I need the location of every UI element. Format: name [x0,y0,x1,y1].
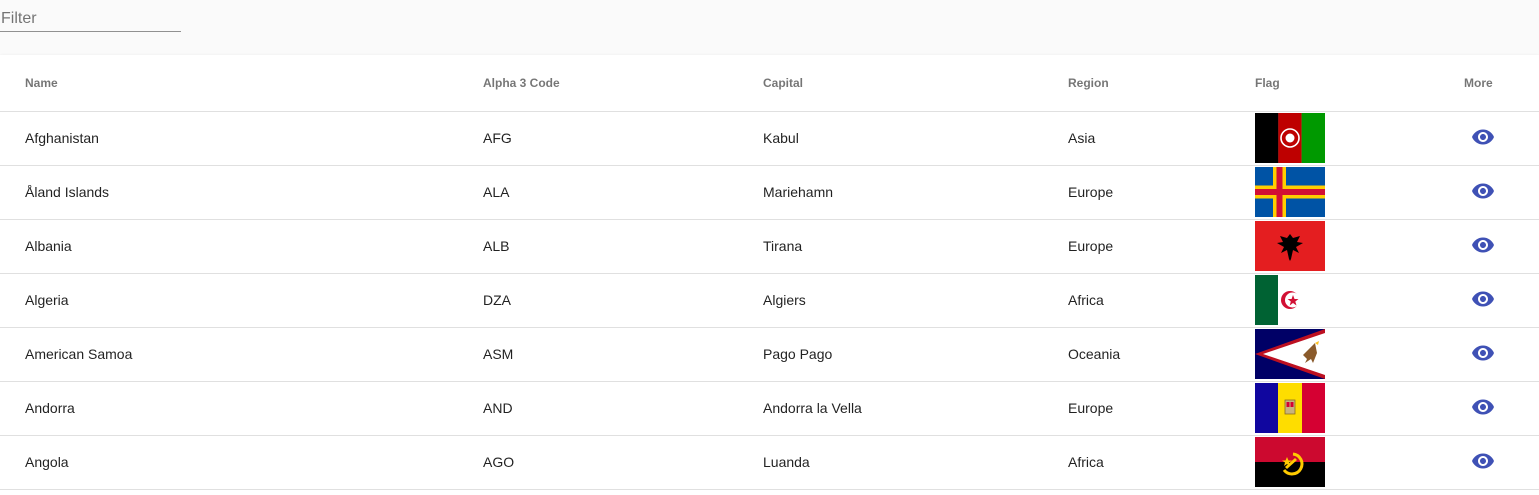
table-row: Afghanistan AFG Kabul Asia [0,111,1539,166]
view-details-button[interactable] [1470,124,1496,150]
flag-aland-image [1255,167,1325,217]
eye-icon [1472,345,1494,361]
table-row: American Samoa ASM Pago Pago Oceania [0,327,1539,382]
cell-flag [1255,219,1464,274]
view-details-button[interactable] [1470,232,1496,258]
cell-code: DZA [483,273,763,328]
cell-region: Africa [1068,273,1255,328]
cell-name: Angola [0,435,483,490]
cell-flag [1255,273,1464,328]
flag-algeria-image [1255,275,1301,325]
cell-name: American Samoa [0,327,483,382]
cell-more [1464,219,1539,274]
countries-table-card: Name Alpha 3 Code Capital Region Flag Mo… [0,55,1539,495]
cell-more [1464,273,1539,328]
cell-region: Europe [1068,381,1255,436]
cell-region: Africa [1068,435,1255,490]
cell-flag [1255,381,1464,436]
view-details-button[interactable] [1470,178,1496,204]
cell-code: AFG [483,111,763,166]
flag-andorra-image [1255,383,1325,433]
flag-afghanistan-image [1255,113,1325,163]
view-details-button[interactable] [1470,448,1496,474]
cell-capital: Pago Pago [763,327,1068,382]
cell-name: Afghanistan [0,111,483,166]
cell-name: Åland Islands [0,165,483,220]
flag-angola-image [1255,437,1325,487]
eye-icon [1472,237,1494,253]
cell-region: Europe [1068,219,1255,274]
view-details-button[interactable] [1470,340,1496,366]
filter-input[interactable] [0,6,181,32]
eye-icon [1472,129,1494,145]
table-row: Åland Islands ALA Mariehamn Europe [0,165,1539,220]
header-region[interactable]: Region [1068,55,1255,112]
header-capital[interactable]: Capital [763,55,1068,112]
cell-more [1464,435,1539,490]
cell-code: ALA [483,165,763,220]
eye-icon [1472,183,1494,199]
cell-capital: Andorra la Vella [763,381,1068,436]
flag-albania-image [1255,221,1325,271]
cell-region: Oceania [1068,327,1255,382]
cell-code: AND [483,381,763,436]
cell-capital: Mariehamn [763,165,1068,220]
cell-more [1464,165,1539,220]
cell-capital: Tirana [763,219,1068,274]
cell-flag [1255,435,1464,490]
cell-capital: Algiers [763,273,1068,328]
cell-region: Asia [1068,111,1255,166]
countries-table: Name Alpha 3 Code Capital Region Flag Mo… [0,55,1539,490]
cell-flag [1255,111,1464,166]
cell-code: ASM [483,327,763,382]
cell-more [1464,381,1539,436]
cell-capital: Kabul [763,111,1068,166]
table-row: Angola AGO Luanda Africa [0,435,1539,490]
cell-code: AGO [483,435,763,490]
flag-american-samoa-image [1255,329,1325,379]
view-details-button[interactable] [1470,394,1496,420]
cell-flag [1255,327,1464,382]
cell-name: Algeria [0,273,483,328]
table-row: Algeria DZA Algiers Africa [0,273,1539,328]
cell-more [1464,111,1539,166]
table-row: Andorra AND Andorra la Vella Europe [0,381,1539,436]
view-details-button[interactable] [1470,286,1496,312]
cell-name: Albania [0,219,483,274]
header-code[interactable]: Alpha 3 Code [483,55,763,112]
header-row: Name Alpha 3 Code Capital Region Flag Mo… [0,55,1539,112]
header-name[interactable]: Name [0,55,483,112]
header-flag: Flag [1255,55,1464,112]
table-row: Albania ALB Tirana Europe [0,219,1539,274]
cell-capital: Luanda [763,435,1068,490]
filter-field [0,0,181,36]
header-more: More [1464,55,1539,112]
cell-more [1464,327,1539,382]
cell-flag [1255,165,1464,220]
eye-icon [1472,399,1494,415]
eye-icon [1472,453,1494,469]
cell-name: Andorra [0,381,483,436]
eye-icon [1472,291,1494,307]
cell-region: Europe [1068,165,1255,220]
cell-code: ALB [483,219,763,274]
